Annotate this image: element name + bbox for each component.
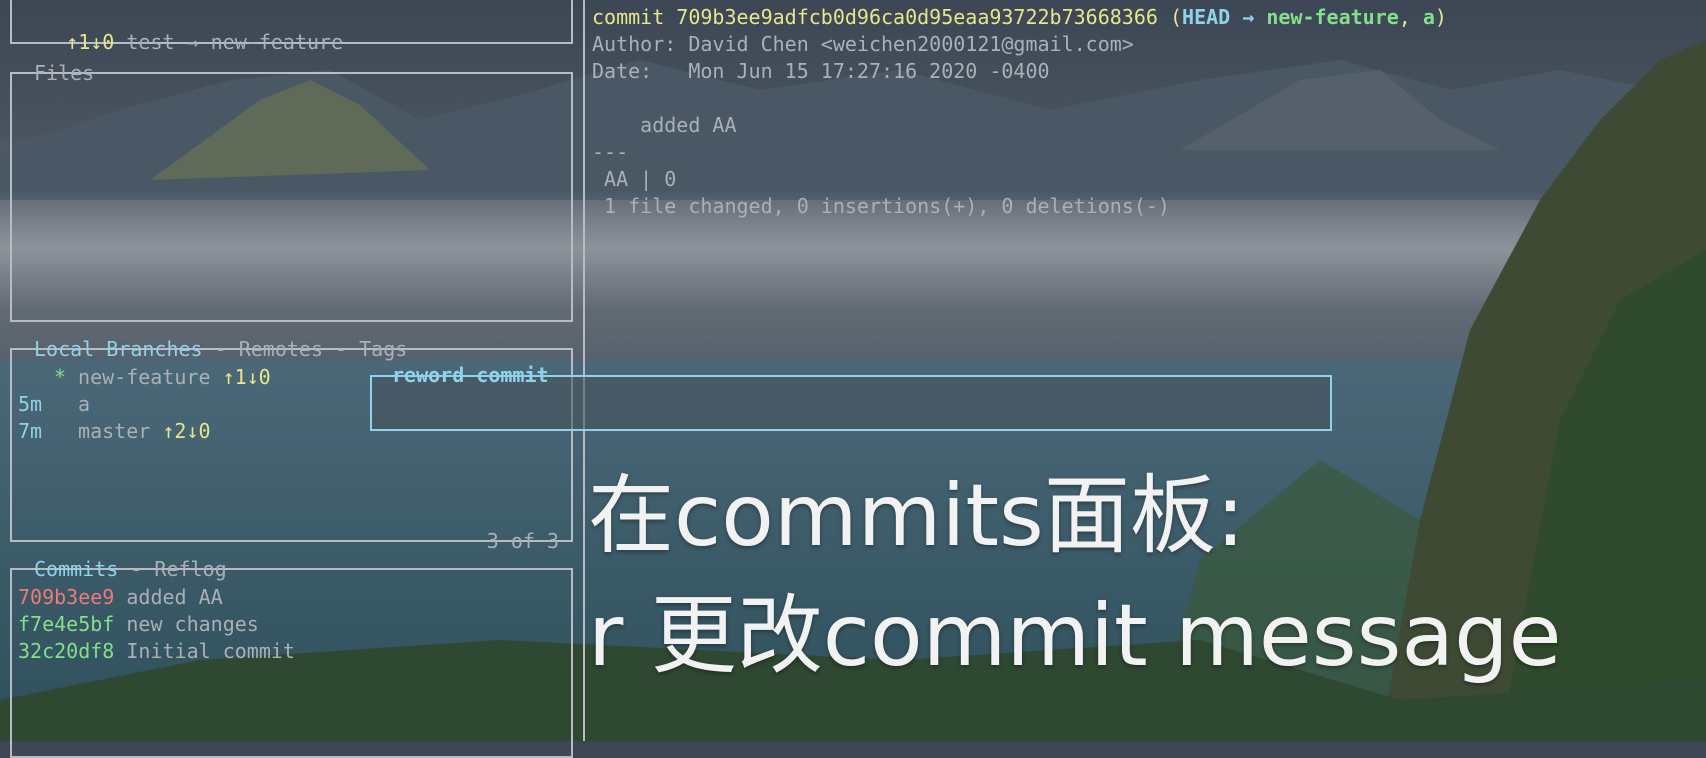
branch-row[interactable]: 7m master ↑2↓0 [18, 418, 211, 445]
branch-age: 7m [18, 419, 43, 443]
commit-sha: commit 709b3ee9adfcb0d96ca0d95eaa93722b7… [592, 5, 1158, 29]
commit-row[interactable]: 709b3ee9 added AA [18, 584, 223, 611]
commit-message: new changes [126, 612, 259, 636]
diffstat-file: AA | 0 [592, 167, 677, 191]
ref-comma: , [1398, 5, 1423, 29]
branch-age: 5m [18, 392, 43, 416]
commit-row[interactable]: f7e4e5bf new changes [18, 611, 259, 638]
main-panel-border [583, 0, 585, 741]
commit-header-line: commit 709b3ee9adfcb0d96ca0d95eaa93722b7… [592, 4, 1692, 31]
branch-name: a [78, 392, 91, 416]
tab-separator: - [202, 337, 239, 361]
branch-name: master [78, 419, 151, 443]
branch-name: new-feature [78, 365, 211, 389]
commits-panel[interactable]: Commits - Reflog 709b3ee9 added AA f7e4e… [10, 557, 573, 758]
branch-tracking: ↑1↓0 [222, 365, 271, 389]
tab-reflog[interactable]: Reflog [154, 557, 226, 581]
reword-commit-dialog[interactable]: reword commit [370, 363, 1332, 431]
tab-commits[interactable]: Commits [34, 557, 118, 581]
status-arrows: ↑1↓0 [66, 30, 115, 54]
branches-count-footer: 3 of 3 [486, 529, 559, 553]
commit-message: Initial commit [126, 639, 295, 663]
status-branch-text: test → new-feature [126, 30, 344, 54]
branch-row[interactable]: * new-feature ↑1↓0 [18, 364, 271, 391]
branch-current-marker: * [53, 365, 66, 389]
reword-message-input[interactable] [382, 391, 1312, 418]
tab-remotes[interactable]: Remotes [239, 337, 323, 361]
commits-panel-tabs: Commits - Reflog [30, 556, 231, 583]
diffstat-separator: --- [592, 140, 629, 164]
diffstat-summary: 1 file changed, 0 insertions(+), 0 delet… [592, 194, 1170, 218]
tab-local-branches[interactable]: Local Branches [34, 337, 203, 361]
commit-hash: 32c20df8 [18, 639, 115, 663]
paren-open: ( [1157, 5, 1183, 29]
paren-close: ) [1434, 5, 1447, 29]
head-ref: HEAD [1182, 5, 1231, 29]
reword-dialog-title: reword commit [392, 363, 549, 387]
ref-arrow: → [1230, 5, 1267, 29]
commit-hash: 709b3ee9 [18, 585, 115, 609]
commit-date: Date: Mon Jun 15 17:27:16 2020 -0400 [592, 59, 1050, 83]
tag-ref: a [1422, 5, 1435, 29]
commit-body: added AA [592, 113, 737, 137]
branch-tracking: ↑2↓0 [162, 419, 211, 443]
commit-author: Author: David Chen <weichen2000121@gmail… [592, 32, 1134, 56]
commit-row[interactable]: 32c20df8 Initial commit [18, 638, 295, 665]
commit-hash: f7e4e5bf [18, 612, 115, 636]
caption-line-2: r 更改commit message [588, 586, 1562, 686]
tab-tags[interactable]: Tags [359, 337, 407, 361]
caption-line-1: 在commits面板: [588, 466, 1245, 566]
tab-separator: - [118, 557, 155, 581]
files-panel[interactable]: Files [10, 61, 573, 322]
files-panel-title: Files [34, 61, 95, 85]
branches-panel-tabs: Local Branches - Remotes - Tags [30, 336, 411, 363]
status-panel[interactable]: ↑1↓0 test → new-feature [10, 0, 573, 54]
branch-ref: new-feature [1266, 5, 1399, 29]
branch-row[interactable]: 5m a [18, 391, 90, 418]
commit-message: added AA [126, 585, 223, 609]
tab-separator: - [323, 337, 360, 361]
commit-detail-view[interactable]: commit 709b3ee9adfcb0d96ca0d95eaa93722b7… [592, 4, 1692, 220]
